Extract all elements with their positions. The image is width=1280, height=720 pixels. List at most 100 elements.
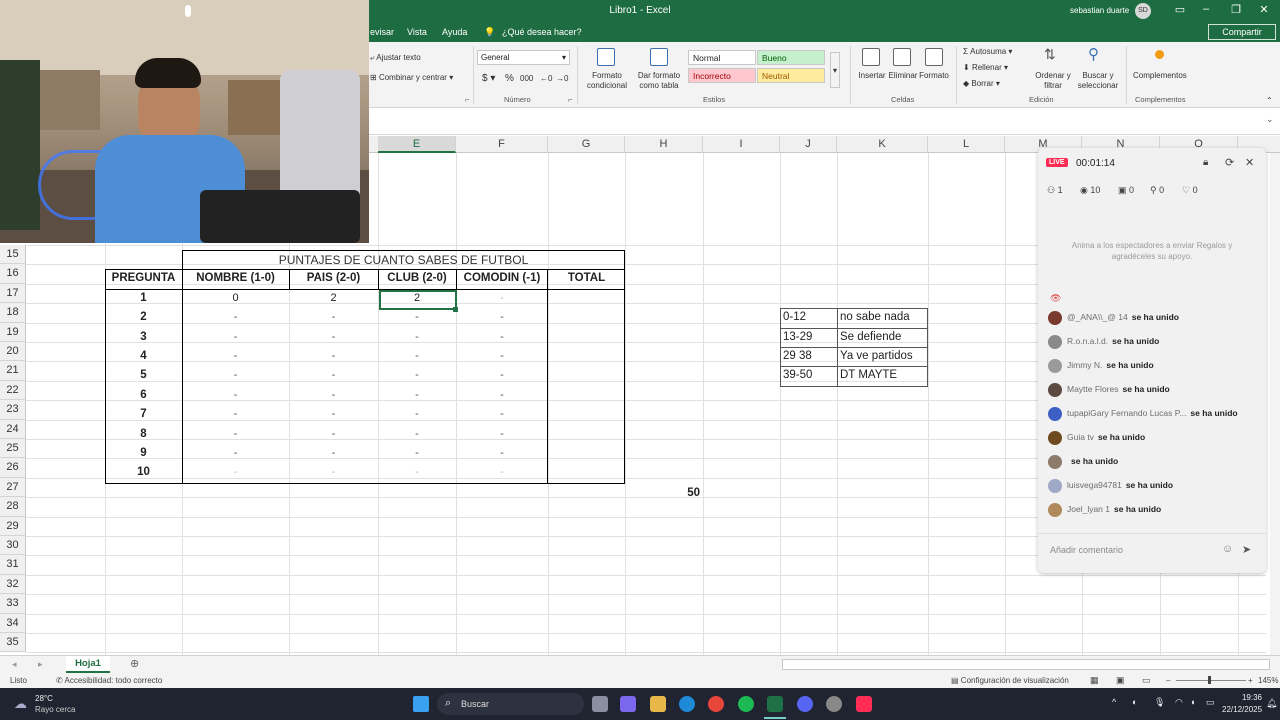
collapse-ribbon-icon[interactable]: ⌃ [1266,96,1273,105]
add-sheet-icon[interactable]: ⊕ [130,657,139,670]
page-break-icon[interactable]: ▭ [1142,675,1151,686]
score-cell[interactable]: - [456,428,548,440]
score-cell[interactable]: - [378,350,456,362]
row-number[interactable]: 30 [0,536,26,556]
start-icon[interactable] [413,696,429,712]
score-cell[interactable]: - [182,389,289,401]
score-cell[interactable]: - [456,350,548,362]
maximize-icon[interactable]: ❐ [1228,3,1244,16]
next-sheet-icon[interactable]: ▸ [38,659,43,670]
row-number[interactable]: 29 [0,516,26,536]
column-h[interactable]: H [625,136,703,153]
chat-item[interactable]: Jimmy N. se ha unido [1048,359,1154,375]
number-format-select[interactable]: General ▾ [477,50,570,65]
row-number[interactable]: 27 [0,477,26,498]
style-bueno[interactable]: Bueno [757,50,825,65]
score-cell[interactable]: - [456,408,548,420]
score-cell[interactable]: - [182,428,289,440]
page-layout-icon[interactable]: ▣ [1116,675,1125,686]
comment-input[interactable]: Añadir comentario [1050,545,1123,555]
chat-item[interactable]: se ha unido [1048,455,1118,471]
column-f[interactable]: F [456,136,548,153]
wrap-text-button[interactable]: ⤶ Ajustar texto [370,53,421,63]
emoji-icon[interactable]: ☺ [1222,543,1233,555]
conditional-format-button[interactable]: Formato condicional [582,71,632,91]
chat-item[interactable]: Guia tv se ha unido [1048,431,1145,447]
score-cell[interactable]: - [289,466,378,478]
avatar[interactable]: SD [1135,3,1151,19]
clock-date[interactable]: 22/12/2025 [1222,705,1262,714]
thousands-icon[interactable]: 000 [520,74,533,83]
weather-temp[interactable]: 28°C [35,694,53,703]
score-cell[interactable]: - [378,428,456,440]
styles-more-icon[interactable]: ▾ [830,52,840,88]
row-number[interactable]: 16 [0,264,26,284]
style-incorrecto[interactable]: Incorrecto [688,68,756,83]
score-cell[interactable]: - [182,447,289,459]
volume-icon[interactable]: ◖ [1190,697,1195,707]
refresh-icon[interactable]: ⟳ [1225,156,1234,169]
score-cell[interactable]: - [289,350,378,362]
score-cell[interactable]: - [378,389,456,401]
column-g[interactable]: G [548,136,625,153]
share-button[interactable]: Compartir [1208,24,1276,40]
score-cell[interactable]: - [289,428,378,440]
tab-ayuda[interactable]: Ayuda [442,27,467,37]
score-cell[interactable]: - [289,311,378,323]
fill-handle[interactable] [453,307,458,312]
row-number[interactable]: 15 [0,245,26,265]
row-number[interactable]: 21 [0,361,26,381]
number-launcher-icon[interactable]: ⌐ [568,95,572,104]
column-j[interactable]: J [780,136,837,153]
score-cell[interactable]: - [182,311,289,323]
score-cell[interactable]: - [456,447,548,459]
tiktok-icon[interactable] [856,696,872,712]
row-number[interactable]: 31 [0,555,26,575]
row-number[interactable]: 25 [0,439,26,459]
score-cell[interactable]: - [289,447,378,459]
row-number[interactable]: 28 [0,497,26,517]
tray-arrow-icon[interactable]: ^ [1112,697,1116,707]
zoom-out-icon[interactable]: – [1166,676,1170,685]
fill-button[interactable]: ⬇ Rellenar ▾ [963,63,1008,72]
score-cell[interactable]: - [289,389,378,401]
column-e[interactable]: E [378,136,456,153]
score-cell[interactable]: - [378,408,456,420]
score-cell[interactable]: - [378,466,456,478]
tab-vista[interactable]: Vista [407,27,427,37]
decrease-decimal-icon[interactable]: →0 [556,74,568,83]
obs-icon[interactable] [826,696,842,712]
clear-button[interactable]: ◆ Borrar ▾ [963,79,1000,88]
score-cell[interactable]: - [378,369,456,381]
alignment-launcher-icon[interactable]: ⌐ [465,95,469,104]
chat-item[interactable]: R.o.n.a.l.d. se ha unido [1048,335,1159,351]
score-cell[interactable]: - [456,331,548,343]
battery-icon[interactable]: ▭ [1206,697,1215,708]
format-button[interactable]: Formato [917,71,951,80]
row-number[interactable]: 22 [0,380,26,401]
insert-button[interactable]: Insertar [855,71,889,80]
row-number[interactable]: 33 [0,594,26,614]
display-settings[interactable]: ▤ Configuración de visualización [951,676,1069,685]
row-number[interactable]: 24 [0,419,26,439]
addins-button[interactable]: Complementos [1133,71,1187,80]
style-normal[interactable]: Normal [688,50,756,65]
score-cell[interactable]: 2 [289,292,378,304]
minimize-icon[interactable]: – [1198,3,1214,15]
edge-icon[interactable] [679,696,695,712]
increase-decimal-icon[interactable]: ←0 [540,74,552,83]
zoom-in-icon[interactable]: + [1248,676,1253,685]
user-name[interactable]: sebastian duarte [1070,6,1129,15]
copilot-icon[interactable] [620,696,636,712]
table-format-button[interactable]: Dar formato como tabla [633,71,685,91]
chat-item[interactable]: @_ANA\\_@ 14 se ha unido [1048,311,1179,327]
close-icon[interactable]: ✕ [1256,3,1272,16]
ribbon-display-icon[interactable]: ▭ [1172,3,1188,16]
score-cell[interactable]: 0 [182,292,289,304]
score-cell[interactable]: - [456,389,548,401]
score-cell[interactable]: - [378,311,456,323]
score-cell[interactable]: - [456,466,548,478]
column-i[interactable]: I [703,136,780,153]
score-cell[interactable]: - [456,311,548,323]
tab-hoja1[interactable]: Hoja1 [66,656,110,673]
